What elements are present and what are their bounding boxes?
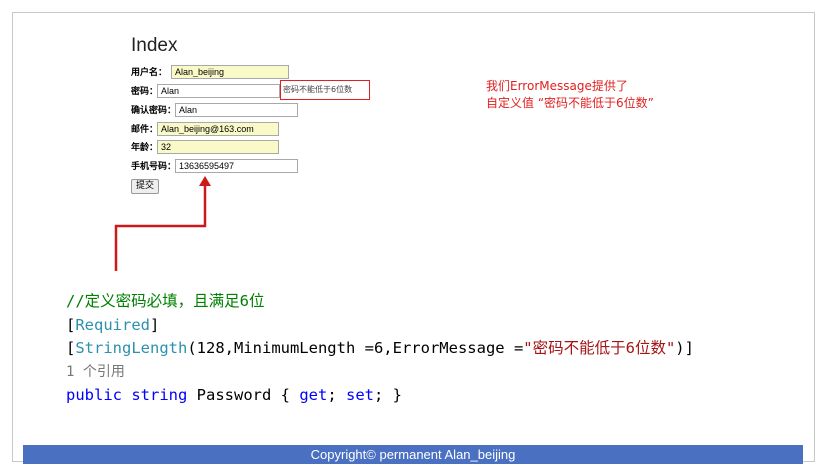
code-stringlength-attr: StringLength — [75, 339, 188, 357]
code-property-name: Password { — [187, 386, 300, 404]
code-snippet: //定义密码必填，且满足6位 [Required] [StringLength(12… — [66, 290, 694, 408]
code-stringlength-close: )] — [675, 339, 694, 357]
code-references[interactable]: 1 个引用 — [66, 361, 694, 385]
footer-copyright: Copyright© permanent Alan_beijing — [310, 447, 516, 462]
footer-bar: Copyright© permanent Alan_beijing — [23, 445, 803, 464]
code-property-line: public string Password { get; set; } — [66, 386, 402, 404]
code-kw-string: string — [131, 386, 188, 404]
code-error-string: "密码不能低于6位数" — [523, 339, 676, 357]
code-stringlength-line: [StringLength(128,MinimumLength =6,Error… — [66, 339, 694, 357]
code-comment: //定义密码必填，且满足6位 — [66, 292, 265, 310]
code-kw-get: get — [299, 386, 328, 404]
code-required-line: [Required] — [66, 315, 160, 334]
code-stringlength-args: (128,MinimumLength =6,ErrorMessage = — [187, 339, 524, 357]
code-required-attr: Required — [75, 315, 150, 334]
code-kw-public: public — [66, 386, 122, 404]
code-kw-set: set — [346, 386, 374, 404]
